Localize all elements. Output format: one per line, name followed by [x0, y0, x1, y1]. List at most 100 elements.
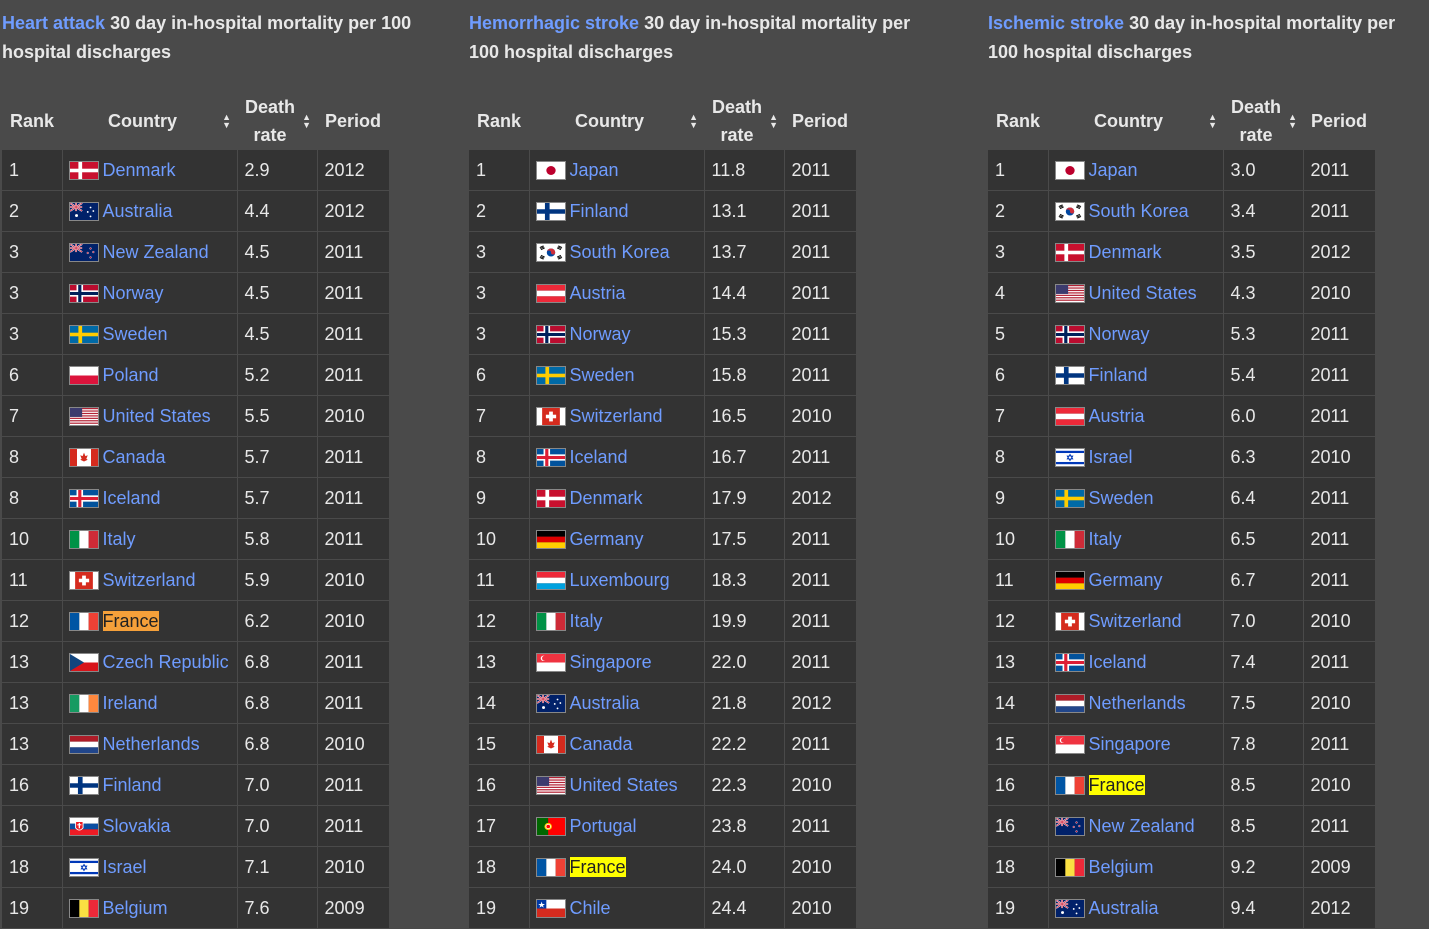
country-link[interactable]: Australia — [1089, 898, 1159, 918]
country-link[interactable]: Italy — [570, 611, 603, 631]
country-link[interactable]: Singapore — [570, 652, 652, 672]
rank-cell: 12 — [469, 600, 530, 642]
country-link[interactable]: Japan — [1089, 160, 1138, 180]
country-link[interactable]: Belgium — [1089, 857, 1154, 877]
country-link[interactable]: France — [102, 610, 159, 631]
country-link[interactable]: Finland — [103, 775, 162, 795]
death-rate-cell: 3.0 — [1223, 150, 1304, 191]
rank-header[interactable]: Rank — [988, 92, 1048, 150]
rank-header[interactable]: Rank — [469, 92, 529, 150]
country-link[interactable]: Belgium — [103, 898, 168, 918]
table-row: 13 Czech Republic 6.8 2011 — [2, 641, 390, 683]
country-link[interactable]: South Korea — [1089, 201, 1189, 221]
death-rate-cell: 7.6 — [237, 887, 318, 929]
sort-arrows-icon[interactable]: ▲ ▼ — [302, 113, 311, 130]
country-link[interactable]: Iceland — [570, 447, 628, 467]
country-link[interactable]: Denmark — [1089, 242, 1162, 262]
rank-header[interactable]: Rank — [2, 92, 62, 150]
country-link[interactable]: New Zealand — [1089, 816, 1195, 836]
country-cell: Iceland — [529, 436, 705, 478]
country-link[interactable]: France — [1088, 774, 1145, 795]
country-link[interactable]: Israel — [103, 857, 147, 877]
country-link[interactable]: Slovakia — [103, 816, 171, 836]
death-rate-cell: 5.2 — [237, 354, 318, 396]
period-cell: 2011 — [784, 600, 857, 642]
country-link[interactable]: Australia — [570, 693, 640, 713]
country-link[interactable]: South Korea — [570, 242, 670, 262]
country-link[interactable]: Finland — [1089, 365, 1148, 385]
death-rate-cell: 24.0 — [704, 846, 785, 888]
country-link[interactable]: United States — [1089, 283, 1197, 303]
death-rate-cell: 7.1 — [237, 846, 318, 888]
caption-link[interactable]: Heart attack — [2, 13, 105, 33]
country-link[interactable]: Norway — [570, 324, 631, 344]
ireland-flag-icon — [68, 694, 99, 714]
country-link[interactable]: Norway — [1089, 324, 1150, 344]
caption-link[interactable]: Ischemic stroke — [988, 13, 1124, 33]
country-link[interactable]: France — [569, 856, 626, 877]
country-link[interactable]: Denmark — [103, 160, 176, 180]
death-rate-cell: 7.0 — [237, 805, 318, 847]
country-link[interactable]: Austria — [570, 283, 626, 303]
country-link[interactable]: United States — [103, 406, 211, 426]
country-link[interactable]: Norway — [103, 283, 164, 303]
country-link[interactable]: United States — [570, 775, 678, 795]
sort-arrows-icon[interactable]: ▲ ▼ — [1208, 113, 1217, 130]
death-rate-cell: 7.0 — [237, 764, 318, 806]
country-link[interactable]: Iceland — [103, 488, 161, 508]
country-link[interactable]: Finland — [570, 201, 629, 221]
sort-arrows-icon[interactable]: ▲ ▼ — [222, 113, 231, 130]
country-link[interactable]: Sweden — [1089, 488, 1154, 508]
country-link[interactable]: Chile — [570, 898, 611, 918]
country-link[interactable]: Poland — [103, 365, 159, 385]
country-link[interactable]: Italy — [1089, 529, 1122, 549]
country-link[interactable]: Japan — [570, 160, 619, 180]
period-header[interactable]: Period — [784, 92, 856, 150]
denmark-flag-icon — [535, 489, 566, 509]
table-row: 14 Netherlands 7.5 2010 — [988, 682, 1376, 724]
country-link[interactable]: Ireland — [103, 693, 158, 713]
country-link[interactable]: Iceland — [1089, 652, 1147, 672]
country-link[interactable]: Canada — [570, 734, 633, 754]
country-link[interactable]: Germany — [1089, 570, 1163, 590]
country-link[interactable]: Switzerland — [570, 406, 663, 426]
period-header[interactable]: Period — [1303, 92, 1375, 150]
mortality-table: Rank Country ▲ ▼ Death rate ▲ ▼ Period 1 Japa… — [988, 92, 1376, 929]
period-cell: 2010 — [784, 887, 857, 929]
sort-arrows-icon[interactable]: ▲ ▼ — [689, 113, 698, 130]
country-link[interactable]: Sweden — [570, 365, 635, 385]
period-header[interactable]: Period — [317, 92, 389, 150]
death-rate-header[interactable]: Death rate ▲ ▼ — [704, 92, 784, 150]
country-link[interactable]: Germany — [570, 529, 644, 549]
country-link[interactable]: Israel — [1089, 447, 1133, 467]
country-link[interactable]: Denmark — [570, 488, 643, 508]
country-cell: South Korea — [1048, 190, 1224, 232]
table-row: 2 Finland 13.1 2011 — [469, 190, 857, 232]
country-link[interactable]: Australia — [103, 201, 173, 221]
sort-arrows-icon[interactable]: ▲ ▼ — [1288, 113, 1297, 130]
country-link[interactable]: New Zealand — [103, 242, 209, 262]
country-link[interactable]: Portugal — [570, 816, 637, 836]
country-link[interactable]: Canada — [103, 447, 166, 467]
country-link[interactable]: Switzerland — [103, 570, 196, 590]
country-link[interactable]: Sweden — [103, 324, 168, 344]
table-row: 3 Norway 15.3 2011 — [469, 313, 857, 355]
heart-attack-panel: Heart attack 30 day in-hospital mortalit… — [2, 0, 442, 929]
table-row: 15 Canada 22.2 2011 — [469, 723, 857, 765]
country-link[interactable]: Luxembourg — [570, 570, 670, 590]
country-link[interactable]: Netherlands — [103, 734, 200, 754]
australia-flag-icon — [68, 202, 99, 222]
country-header[interactable]: Country ▲ ▼ — [62, 92, 237, 150]
death-rate-header[interactable]: Death rate ▲ ▼ — [237, 92, 317, 150]
country-link[interactable]: Austria — [1089, 406, 1145, 426]
country-header[interactable]: Country ▲ ▼ — [529, 92, 704, 150]
country-link[interactable]: Switzerland — [1089, 611, 1182, 631]
country-header[interactable]: Country ▲ ▼ — [1048, 92, 1223, 150]
country-link[interactable]: Czech Republic — [103, 652, 229, 672]
country-link[interactable]: Netherlands — [1089, 693, 1186, 713]
country-link[interactable]: Italy — [103, 529, 136, 549]
sort-arrows-icon[interactable]: ▲ ▼ — [769, 113, 778, 130]
death-rate-header[interactable]: Death rate ▲ ▼ — [1223, 92, 1303, 150]
caption-link[interactable]: Hemorrhagic stroke — [469, 13, 639, 33]
country-link[interactable]: Singapore — [1089, 734, 1171, 754]
